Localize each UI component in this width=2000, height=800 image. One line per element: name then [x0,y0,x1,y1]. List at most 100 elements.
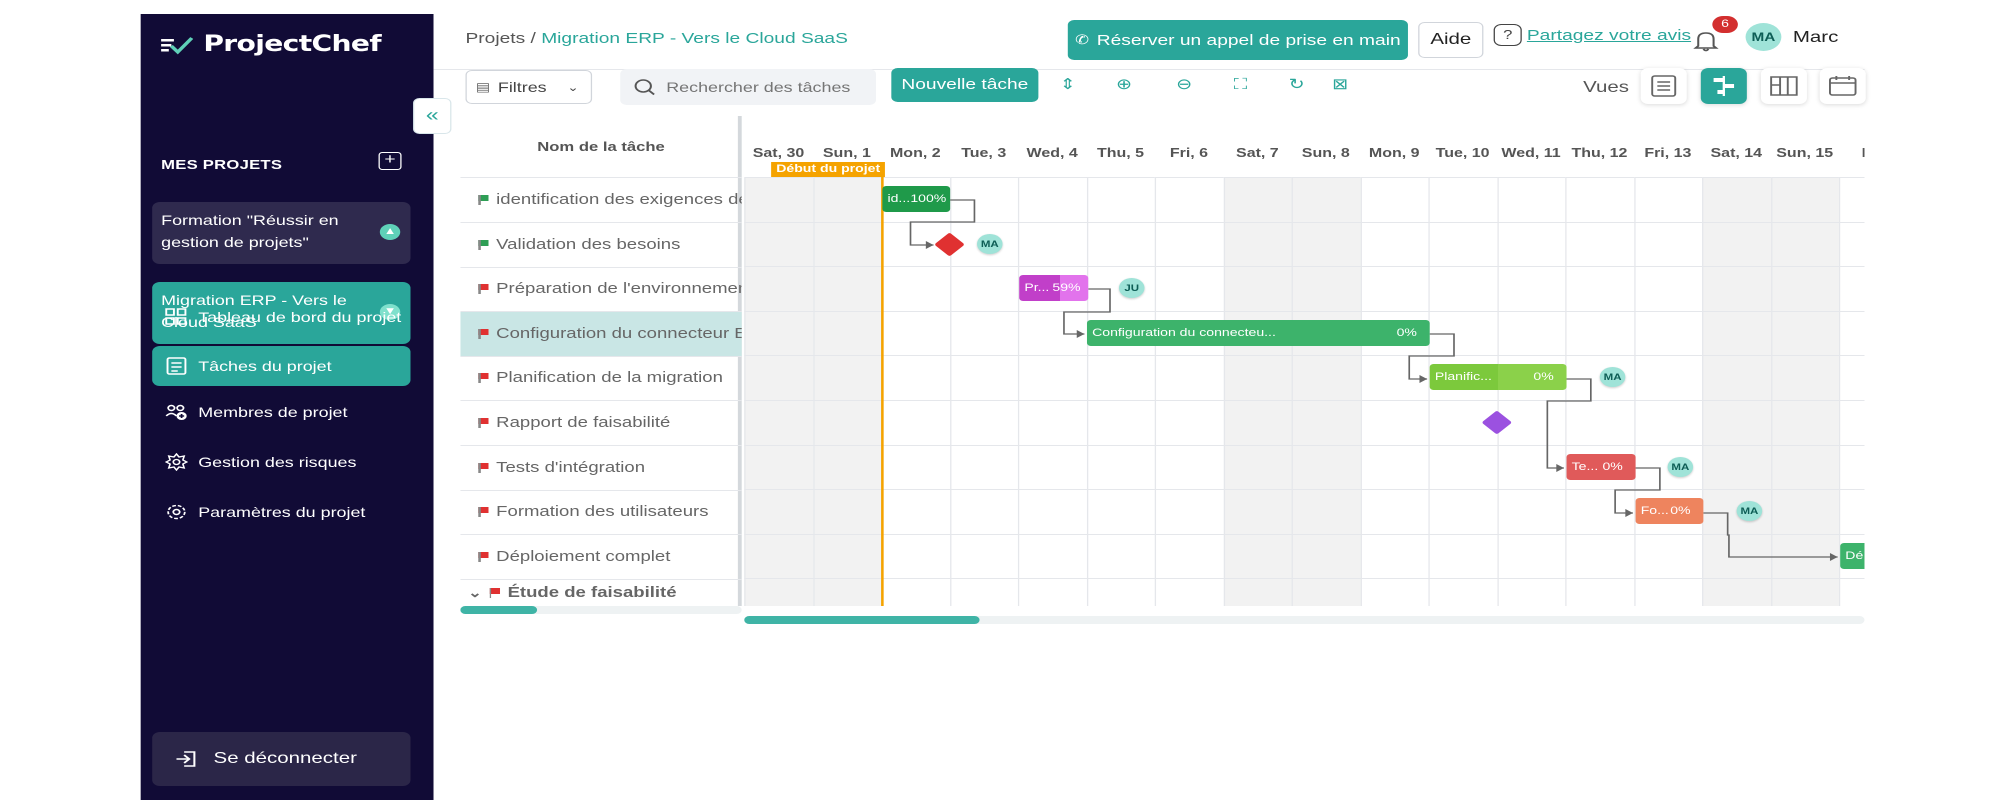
task-name: Déploiement complet [496,548,671,565]
assignee-avatar[interactable]: MA [1667,456,1694,477]
flag-icon [478,284,489,295]
fullscreen-icon[interactable]: ⛶ [1228,75,1254,95]
risk-icon [164,453,188,471]
add-project-icon[interactable]: + [378,152,402,170]
sidebar-item-settings[interactable]: Paramètres du projet [152,492,410,532]
help-button[interactable]: Aide [1418,22,1484,58]
task-name: Formation des utilisateurs [496,504,709,521]
task-name-column: Nom de la tâche identification des exige… [460,116,742,606]
task-bar-progress: 0% [1533,371,1554,384]
group-row[interactable]: ⌄ Étude de faisabilité [460,580,741,606]
task-bar[interactable]: Dé [1840,542,1865,569]
filters-label: Filtres [497,79,547,95]
gantt-view-icon [1713,76,1735,96]
book-call-label: Réserver un appel de prise en main [1096,31,1401,49]
logout-button[interactable]: Se déconnecter [152,732,411,786]
task-bar-label: Pr... [1024,282,1050,295]
scrollbar-thumb[interactable] [744,616,980,624]
list-view-icon [1651,75,1677,97]
tasks-icon [166,357,187,375]
new-task-button[interactable]: Nouvelle tâche [891,68,1039,102]
sidebar-item-label: Tableau de bord du projet [198,309,402,325]
chevron-down-icon[interactable]: ⌄ [468,585,482,601]
gantt-chart: Nom de la tâche identification des exige… [460,116,1865,606]
sidebar-item-tasks[interactable]: Tâches du projet [152,346,411,386]
timeline-scrollbar[interactable] [744,616,1865,624]
gantt-view-button[interactable] [1700,68,1747,104]
bell-icon[interactable] [1693,30,1719,52]
search-input[interactable] [666,79,871,95]
sidebar-item-members[interactable]: Membres de projet [152,392,410,432]
zoom-out-icon[interactable]: ⊖ [1171,75,1197,95]
list-view-button[interactable] [1640,68,1687,104]
phone-icon: ✆ [1075,32,1090,47]
task-row[interactable]: Validation des besoins [460,223,742,268]
task-row[interactable]: Configuration du connecteur E [460,311,742,357]
task-bar[interactable]: Te... 0% [1566,453,1636,480]
views-label: Vues [1583,79,1630,96]
assignee-avatar[interactable]: MA [977,233,1003,254]
chevron-up-icon[interactable]: ▲ [379,224,401,240]
kanban-view-icon [1770,76,1798,96]
task-name: Préparation de l'environnemen [496,281,742,298]
task-bar-progress: 0% [1602,460,1623,473]
dependency-arrow-icon [1419,375,1428,383]
task-name: Configuration du connecteur E [496,325,742,342]
settings-icon [167,504,186,520]
excel-export-icon[interactable]: ⊠ [1327,75,1353,95]
task-bar-progress: 59% [1052,282,1081,295]
calendar-view-button[interactable] [1819,68,1866,104]
user-name[interactable]: Marc [1793,29,1838,47]
task-bar[interactable]: id... 100% [882,186,951,212]
sidebar-item-dashboard-row[interactable]: Tableau de bord du projet [152,297,410,337]
task-bar-label: Planific... [1434,371,1492,384]
task-bar[interactable]: Pr... 59% [1019,275,1089,302]
filters-dropdown[interactable]: ▤ Filtres ⌄ [465,70,593,104]
breadcrumb-separator: / [530,30,536,47]
logo-icon [161,36,194,54]
task-bar[interactable]: Configuration du connecteu... 0% [1086,319,1430,346]
breadcrumb-root[interactable]: Projets [465,30,525,47]
brand-logo[interactable]: ProjectChef [160,32,382,57]
gantt-timeline: Sat, 30 Sun, 1 Mon, 2 Tue, 3 Wed, 4 Thu, 5 Fri… [744,116,1865,606]
task-row[interactable]: Préparation de l'environnemen [460,267,742,313]
task-bar-progress: 0% [1396,326,1417,339]
search-box[interactable] [620,69,876,105]
sidebar-item-risks[interactable]: Gestion des risques [152,442,410,482]
search-icon [634,79,655,96]
task-row[interactable]: Déploiement complet [460,535,742,580]
chevron-down-icon: ⌄ [567,81,579,94]
task-row[interactable]: Rapport de faisabilité [460,401,742,446]
scrollbar-thumb[interactable] [460,606,538,614]
sidebar-item-label: Tâches du projet [198,358,332,374]
task-bar-label: Te... [1571,460,1599,473]
breadcrumb-current[interactable]: Migration ERP - Vers le Cloud SaaS [541,30,848,47]
task-row[interactable]: Planification de la migration [460,356,742,402]
task-bar-progress: 0% [1670,505,1691,518]
book-call-button[interactable]: ✆ Réserver un appel de prise en main [1067,20,1408,60]
refresh-icon[interactable]: ↻ [1284,75,1310,95]
task-bar[interactable]: Planific... 0% [1429,364,1567,391]
zoom-in-icon[interactable]: ⊕ [1111,75,1137,95]
sidebar: ProjectChef MES PROJETS + Formation "Réu… [140,14,434,800]
task-row[interactable]: Tests d'intégration [460,446,742,491]
question-icon: ? [1493,24,1522,46]
collapse-all-icon[interactable]: ⇕ [1055,75,1081,95]
group-label: Étude de faisabilité [507,585,677,601]
flag-icon [478,418,489,428]
task-row[interactable]: Formation des utilisateurs [460,490,742,536]
task-bar-label: Dé [1845,549,1864,562]
task-name: Tests d'intégration [496,459,646,476]
project-card-formation[interactable]: Formation "Réussir en gestion de projets… [152,202,411,264]
kanban-view-button[interactable] [1760,68,1807,104]
task-bar[interactable]: Fo... 0% [1635,498,1704,525]
flag-icon [478,239,489,250]
task-bar-progress: 100% [910,193,947,205]
avatar[interactable]: MA [1745,23,1782,51]
feedback-label[interactable]: Partagez votre avis [1527,27,1691,44]
brand-name: ProjectChef [203,32,381,57]
task-list-scrollbar[interactable] [460,606,742,614]
feedback-link[interactable]: ? Partagez votre avis [1493,24,1691,46]
task-row[interactable]: identification des exigences de [460,178,742,223]
flag-icon [478,507,489,518]
